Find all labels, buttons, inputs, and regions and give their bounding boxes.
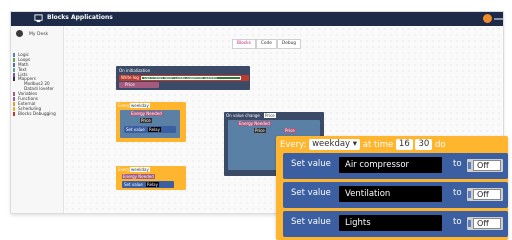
to-label: to	[453, 159, 462, 169]
title-bar: Blocks Applications	[11, 12, 503, 26]
sidebar: My Desk Logic Loops Math Text Lists Mappers Mo…	[11, 26, 64, 213]
log-block[interactable]: Write log Use Energy when Cheap Algorith…	[119, 75, 249, 81]
set-value-2: Set value	[124, 182, 143, 187]
set-value-row[interactable]: Set value Air compressor to Off	[283, 153, 508, 179]
set-value-label: Set value	[291, 159, 331, 169]
schedule-block-1[interactable]: Every: weekday Energy Needed Price Set v…	[116, 102, 186, 142]
price-compare-3: Price	[284, 128, 296, 133]
category-color-swatch	[13, 53, 15, 57]
category-label: Blocks Debugging	[18, 110, 56, 116]
price-compare-1: Price	[140, 118, 152, 123]
price-var: Price	[125, 82, 135, 87]
category-color-swatch	[13, 77, 15, 82]
category-color-swatch	[13, 101, 15, 106]
state-toggle[interactable]: Off	[467, 159, 503, 172]
log-text: Use Energy when Cheap Algorithm Started	[144, 76, 217, 80]
desk-selector[interactable]: My Desk	[16, 30, 48, 37]
set-value-label: Set value	[291, 188, 331, 198]
energy-needed-3: Energy Needed	[122, 174, 155, 179]
price-compare-2: Price	[254, 128, 266, 133]
value-change-label: On value change	[226, 113, 260, 118]
category-color-swatch	[13, 62, 15, 67]
device-field[interactable]: Air compressor	[339, 157, 442, 173]
user-menu[interactable]	[494, 18, 503, 20]
set-value-label: Set value	[291, 217, 331, 227]
set-price-block[interactable]: Price	[119, 82, 159, 88]
day-dropdown[interactable]: weekday ▾	[309, 139, 361, 150]
do-label: do	[434, 140, 446, 150]
weekday-field-1[interactable]: weekday	[130, 103, 150, 108]
schedule-block-2[interactable]: Every: weekday Energy Needed Set value R…	[116, 166, 186, 190]
day-value: weekday	[312, 139, 351, 149]
to-label: to	[453, 217, 462, 227]
minute-field[interactable]: 30	[415, 139, 433, 150]
toggle-nub	[468, 162, 471, 169]
category-color-swatch	[13, 111, 15, 116]
category-color-swatch	[13, 57, 15, 62]
toggle-nub	[468, 220, 471, 227]
weekday-field-2[interactable]: weekday	[130, 167, 150, 172]
set-value-row[interactable]: Set value Ventilation to Off	[283, 182, 508, 208]
toggle-nub	[468, 191, 471, 198]
desk-avatar	[16, 30, 23, 37]
category-color-swatch	[13, 97, 15, 102]
state-value: Off	[473, 189, 501, 200]
sidebar-category[interactable]: Blocks Debugging	[13, 110, 56, 117]
to-label: to	[453, 188, 462, 198]
tab-code[interactable]: Code	[255, 39, 277, 49]
device-field[interactable]: Lights	[339, 215, 442, 231]
category-color-swatch	[13, 106, 15, 111]
tab-blocks[interactable]: Blocks	[232, 39, 256, 49]
every-label-2: Every:	[118, 167, 131, 172]
set-value-1: Set value	[126, 127, 145, 132]
category-color-swatch	[13, 67, 15, 72]
chevron-down-icon: ▾	[352, 139, 358, 149]
energy-needed-2: Energy Needed	[238, 121, 271, 126]
set-relay-1[interactable]: Set value Relay	[124, 126, 176, 133]
set-value-row[interactable]: Set value Lights to Off	[283, 211, 508, 237]
log-text-field[interactable]: Use Energy when Cheap Algorithm Started	[141, 76, 241, 80]
hour-field[interactable]: 16	[395, 139, 413, 150]
init-block[interactable]: On initialization Write log Use Energy w…	[116, 66, 250, 90]
view-tabs: Blocks Code Debug	[232, 39, 302, 49]
app-logo-icon	[34, 14, 43, 23]
energy-needed-1: Energy Needed	[130, 111, 163, 116]
log-label: Write log	[121, 75, 139, 80]
device-field[interactable]: Ventilation	[339, 186, 442, 202]
tab-debug[interactable]: Debug	[276, 39, 302, 49]
state-value: Off	[473, 218, 501, 229]
value-change-var[interactable]: Price	[264, 113, 276, 118]
category-color-swatch	[19, 82, 21, 86]
at-time-label: at time	[362, 140, 394, 150]
zoomed-schedule-block[interactable]: Every: weekday ▾ at time 16 30 do Set va…	[276, 136, 508, 240]
relay-field-1[interactable]: Relay	[148, 127, 161, 132]
state-toggle[interactable]: Off	[467, 217, 503, 230]
set-relay-2[interactable]: Set value Relay	[122, 181, 174, 188]
state-value: Off	[473, 160, 501, 171]
init-label: On initialization	[119, 68, 151, 73]
user-avatar[interactable]	[483, 14, 492, 23]
app-title: Blocks Applications	[47, 14, 113, 21]
schedule-header: Every: weekday ▾ at time 16 30 do	[280, 139, 446, 152]
every-label-1: Every:	[118, 103, 131, 108]
state-toggle[interactable]: Off	[467, 188, 503, 201]
category-color-swatch	[13, 72, 15, 77]
every-label: Every:	[280, 140, 307, 150]
desk-label: My Desk	[29, 32, 49, 37]
category-color-swatch	[13, 92, 15, 97]
relay-field-2[interactable]: Relay	[146, 182, 159, 187]
category-list: Logic Loops Math Text Lists Mappers Modbus2 20…	[13, 52, 56, 117]
if-block-1[interactable]: Energy Needed Price Set value Relay	[120, 110, 180, 138]
